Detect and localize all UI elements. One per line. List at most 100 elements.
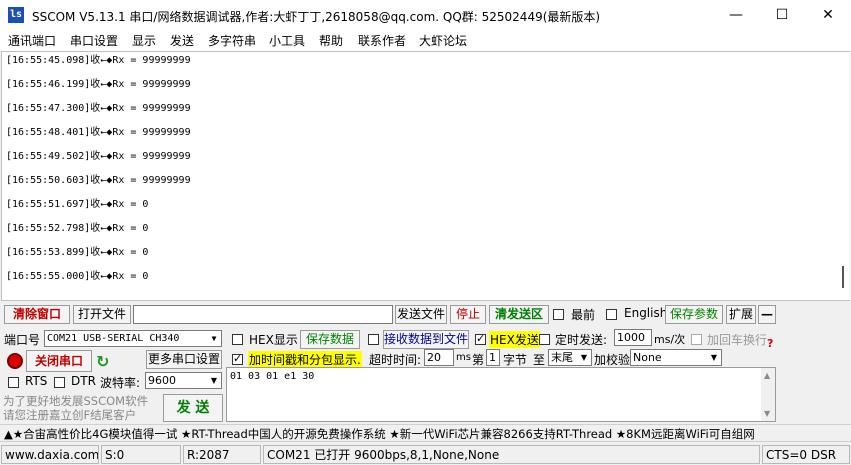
close-icon[interactable]: ✕ [805, 0, 851, 31]
hex-display-checkbox[interactable] [232, 334, 243, 345]
dtr-label: DTR [71, 374, 96, 388]
log-line: [16:55:48.401]收←◆Rx = 99999999 [6, 127, 191, 138]
status-bar: www.daxia.com S:0 R:2087 COM21 已打开 9600b… [0, 444, 851, 465]
interval-unit: ms/次 [654, 333, 686, 346]
recv-to-file-checkbox[interactable] [368, 334, 379, 345]
timed-send-checkbox[interactable] [539, 334, 550, 345]
send-scrollbar[interactable]: ▲ ▼ [761, 368, 775, 421]
stop-button[interactable]: 停止 [450, 305, 486, 324]
file-path-input[interactable] [133, 305, 393, 324]
port-status-icon [7, 353, 23, 369]
chevron-down-icon: ▼ [210, 376, 218, 385]
to-label: 至 [533, 353, 546, 367]
timestamp-label: 加时间戳和分包显示. [248, 351, 362, 368]
send-button[interactable]: 发 送 [163, 394, 223, 422]
log-scrollbar[interactable] [838, 52, 850, 300]
chevron-down-icon: ▼ [710, 353, 718, 362]
scrollbar-thumb[interactable] [842, 266, 844, 288]
add-newline-label: 加回车换行 [707, 333, 768, 347]
baud-value: 9600 [148, 374, 176, 387]
website-link[interactable]: www.daxia.com [1, 445, 99, 464]
log-line: [16:55:52.798]收←◆Rx = 0 [6, 223, 149, 234]
save-params-label: 保存参数 [669, 307, 718, 321]
timed-send-label: 定时发送: [555, 333, 608, 347]
promo-ticker[interactable]: ▲★合宙高性价比4G模块值得一试 ★RT-Thread中国人的开源免费操作系统 … [0, 424, 851, 442]
save-data-button[interactable]: 保存数据 [300, 330, 360, 349]
timeout-unit: ms [456, 352, 471, 363]
maximize-icon[interactable]: ☐ [759, 0, 805, 31]
byte-prefix: 第 [472, 353, 485, 367]
byte-to-select[interactable]: 末尾 ▼ [548, 349, 592, 366]
log-line: [16:55:51.697]收←◆Rx = 0 [6, 199, 149, 210]
port-value: COM21 USB-SERIAL CH340 [47, 333, 180, 344]
receive-log[interactable]: [16:55:45.098]收←◆Rx = 99999999 [16:55:46… [1, 51, 850, 301]
menu-contact-author[interactable]: 联系作者 [356, 33, 408, 49]
port-state: COM21 已打开 9600bps,8,1,None,None [263, 445, 760, 464]
more-port-settings-button[interactable]: 更多串口设置 [146, 350, 222, 369]
byte-from-input[interactable]: 1 [486, 349, 500, 366]
expand-button[interactable]: 扩展 [726, 305, 756, 324]
menu-port-settings[interactable]: 串口设置 [68, 33, 120, 49]
received-count: R:2087 [183, 445, 261, 464]
window-title: SSCOM V5.13.1 串口/网络数据调试器,作者:大虾丁丁,2618058… [32, 10, 601, 24]
close-port-button[interactable]: 关闭串口 [26, 350, 92, 372]
checksum-label: 加校验 [594, 353, 631, 367]
menu-display[interactable]: 显示 [130, 33, 158, 49]
baud-select[interactable]: 9600 ▼ [145, 372, 222, 389]
byte-unit: 字节 [503, 353, 528, 367]
checksum-select[interactable]: None ▼ [630, 349, 722, 366]
log-line: [16:55:53.899]收←◆Rx = 0 [6, 247, 149, 258]
cts-state: CTS=0 DSR [762, 445, 850, 464]
recv-to-file-button[interactable]: 接收数据到文件 [383, 330, 469, 349]
hex-send-checkbox[interactable] [475, 332, 486, 345]
sent-count: S:0 [101, 445, 181, 464]
send-text: 01 03 01 e1 30 [230, 371, 315, 382]
scroll-up-icon[interactable]: ▲ [764, 371, 770, 380]
timestamp-checkbox[interactable] [232, 352, 243, 365]
english-checkbox[interactable] [606, 309, 617, 320]
chevron-down-icon: ▼ [211, 334, 217, 343]
send-label: 发 送 [176, 400, 210, 416]
send-textarea[interactable]: 01 03 01 e1 30 ▲ ▼ [226, 367, 776, 422]
close-port-label: 关闭串口 [34, 354, 83, 368]
save-data-label: 保存数据 [305, 332, 354, 346]
scroll-down-icon[interactable]: ▼ [764, 409, 770, 418]
collapse-button[interactable]: — [758, 305, 776, 324]
log-line: [16:55:46.199]收←◆Rx = 99999999 [6, 79, 191, 90]
help-icon[interactable]: ? [767, 337, 773, 350]
menu-multi-string[interactable]: 多字符串 [206, 33, 258, 49]
log-line: [16:55:47.300]收←◆Rx = 99999999 [6, 103, 191, 114]
chevron-down-icon: ▼ [580, 353, 588, 362]
add-newline-checkbox[interactable] [691, 334, 702, 345]
refresh-icon[interactable]: ↻ [96, 352, 109, 371]
clear-send-button[interactable]: 清发送区 [489, 305, 549, 324]
byte-to-value: 末尾 [551, 351, 573, 364]
clear-send-label: 清发送区 [494, 307, 543, 321]
log-line: [16:55:50.603]收←◆Rx = 99999999 [6, 175, 191, 186]
app-icon[interactable]: ls [8, 7, 24, 23]
interval-input[interactable]: 1000 [614, 329, 652, 346]
clear-window-label: 清除窗口 [12, 307, 61, 321]
menu-bar: 通讯端口 串口设置 显示 发送 多字符串 小工具 帮助 联系作者 大虾论坛 [0, 31, 851, 51]
dtr-checkbox[interactable] [54, 377, 65, 388]
send-file-button[interactable]: 发送文件 [395, 305, 447, 324]
clear-window-button[interactable]: 清除窗口 [4, 305, 70, 324]
promo-line: 请您注册嘉立创F结尾客户 [3, 408, 137, 422]
baud-label: 波特率: [100, 376, 141, 390]
promo-line: 为了更好地发展SSCOM软件 [3, 394, 149, 408]
port-select[interactable]: COM21 USB-SERIAL CH340 ▼ [44, 330, 222, 347]
hex-send-label: HEX发送 [489, 331, 540, 348]
rts-checkbox[interactable] [8, 377, 19, 388]
menu-forum[interactable]: 大虾论坛 [417, 33, 469, 49]
menu-tools[interactable]: 小工具 [267, 33, 307, 49]
open-file-button[interactable]: 打开文件 [73, 305, 131, 324]
topmost-checkbox[interactable] [553, 309, 564, 320]
port-label: 端口号 [4, 333, 41, 347]
save-params-button[interactable]: 保存参数 [665, 305, 723, 324]
timeout-input[interactable]: 20 [424, 349, 454, 366]
log-line: [16:55:45.098]收←◆Rx = 99999999 [6, 55, 191, 66]
menu-send[interactable]: 发送 [168, 33, 196, 49]
menu-comm-port[interactable]: 通讯端口 [6, 33, 58, 49]
minimize-icon[interactable]: — [713, 0, 759, 31]
menu-help[interactable]: 帮助 [317, 33, 345, 49]
